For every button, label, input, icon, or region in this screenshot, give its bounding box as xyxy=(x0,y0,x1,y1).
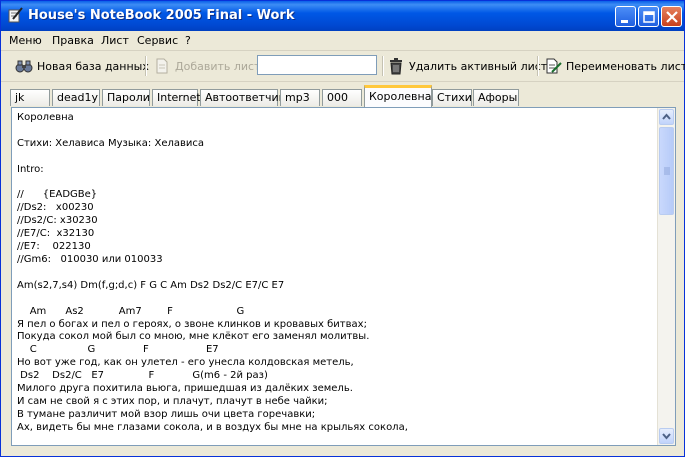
menu-help[interactable]: ? xyxy=(185,34,191,47)
menu-sheet[interactable]: Лист xyxy=(101,34,129,47)
delete-sheet-label: Удалить активный лист xyxy=(409,59,548,73)
tab-dead1y[interactable]: dead1y xyxy=(52,89,100,106)
scroll-thumb[interactable] xyxy=(659,127,674,215)
document-line: Ds2 Ds2/C E7 F G(m6 - 2й раз) xyxy=(17,370,268,382)
sheet-name-input[interactable] xyxy=(257,55,377,75)
tab-internet[interactable]: Internet xyxy=(152,89,201,106)
document-line: Ах, видеть бы мне глазами сокола, и в во… xyxy=(17,421,408,433)
page-icon xyxy=(156,58,168,74)
document-line: И сам не свой я с этих пор, и плачут, пл… xyxy=(17,395,328,407)
document-line: Но вот уже год, как он улетел - его унес… xyxy=(17,357,354,369)
grip-icon xyxy=(664,167,670,175)
add-sheet-button[interactable]: Добавить лист xyxy=(153,55,261,77)
document-line: Милого друга похитила вьюга, пришедшая и… xyxy=(17,383,353,395)
document-line: //E7: 022130 xyxy=(17,241,91,253)
menu-bar: Меню Правка Лист Сервис ? xyxy=(1,31,684,51)
document-line: Am(s2,7,s4) Dm(f,g;d,c) F G C Am Ds2 Ds2… xyxy=(17,279,285,291)
new-database-label: Новая база данных xyxy=(37,59,149,73)
tab-aphorisms[interactable]: Афоры xyxy=(473,89,519,106)
tab-autoresponder[interactable]: Автоответчик xyxy=(200,89,285,106)
add-sheet-label: Добавить лист xyxy=(175,59,261,73)
new-database-button[interactable]: Новая база данных xyxy=(15,55,149,77)
document-line: Королевна xyxy=(17,112,74,123)
app-window: House's NoteBook 2005 Final - Work Меню … xyxy=(0,0,685,457)
tab-000[interactable]: 000 xyxy=(322,89,362,106)
scroll-up-button[interactable] xyxy=(659,109,674,125)
tab-mp3[interactable]: mp3 xyxy=(280,89,320,106)
menu-main[interactable]: Меню xyxy=(9,34,42,47)
sheet-editor[interactable]: Королевна Стихи: Хелависа Музыка: Хелави… xyxy=(11,107,676,446)
tab-poems[interactable]: Стихи xyxy=(432,89,472,106)
edit-page-icon xyxy=(546,58,562,74)
document-line: Стихи: Хелависа Музыка: Хелависа xyxy=(17,137,205,149)
pen-notebook-icon xyxy=(8,7,23,23)
document-line: Am As2 Am7 F G xyxy=(17,305,245,317)
document-line: // {EADGBe} xyxy=(17,189,98,201)
document-line: //Ds2/C: x30230 xyxy=(17,215,98,227)
scroll-down-button[interactable] xyxy=(659,428,674,444)
menu-service[interactable]: Сервис xyxy=(137,34,178,47)
document-line: Intro: xyxy=(17,163,44,175)
tab-korolevna[interactable]: Королевна xyxy=(364,85,432,107)
minimize-button[interactable] xyxy=(615,6,636,27)
minimize-icon xyxy=(621,20,628,23)
maximize-button[interactable] xyxy=(638,6,659,27)
document-line: C G F E7 xyxy=(17,344,219,356)
document-line: //Gm6: 010030 или 010033 xyxy=(17,253,163,265)
toolbar-separator xyxy=(145,56,147,76)
chevron-down-icon xyxy=(662,433,671,440)
document-line: //Ds2: x00230 xyxy=(17,202,94,214)
chevron-up-icon xyxy=(662,113,671,120)
delete-sheet-button[interactable]: Удалить активный лист xyxy=(387,55,547,77)
trash-icon xyxy=(390,58,402,75)
toolbar-separator xyxy=(537,56,539,76)
toolbar-separator xyxy=(382,56,384,76)
close-icon xyxy=(666,11,678,23)
rename-sheet-button[interactable]: Переименовать лист xyxy=(544,55,685,77)
document-line: Покуда сокол мой был со мною, мне клёкот… xyxy=(17,331,370,343)
document-line: //E7/C: x32130 xyxy=(17,228,95,240)
menu-edit[interactable]: Правка xyxy=(52,34,94,47)
tab-passwords[interactable]: Пароли xyxy=(102,89,150,106)
vertical-scrollbar[interactable] xyxy=(657,108,675,445)
binoculars-icon xyxy=(15,60,33,73)
document-line: Я пел о богах и пел о героях, о звоне кл… xyxy=(17,318,367,330)
document-line: В тумане различит мой взор лишь очи цвет… xyxy=(17,408,316,420)
title-bar[interactable]: House's NoteBook 2005 Final - Work xyxy=(1,1,684,31)
maximize-icon xyxy=(643,11,655,23)
rename-sheet-label: Переименовать лист xyxy=(566,59,685,73)
tab-jk[interactable]: jk xyxy=(10,89,50,106)
sheet-tabs: jk dead1y Пароли Internet Автоответчик m… xyxy=(1,85,684,107)
window-title: House's NoteBook 2005 Final - Work xyxy=(28,8,295,23)
close-button[interactable] xyxy=(661,6,682,27)
document-text[interactable]: Королевна Стихи: Хелависа Музыка: Хелави… xyxy=(17,112,657,435)
